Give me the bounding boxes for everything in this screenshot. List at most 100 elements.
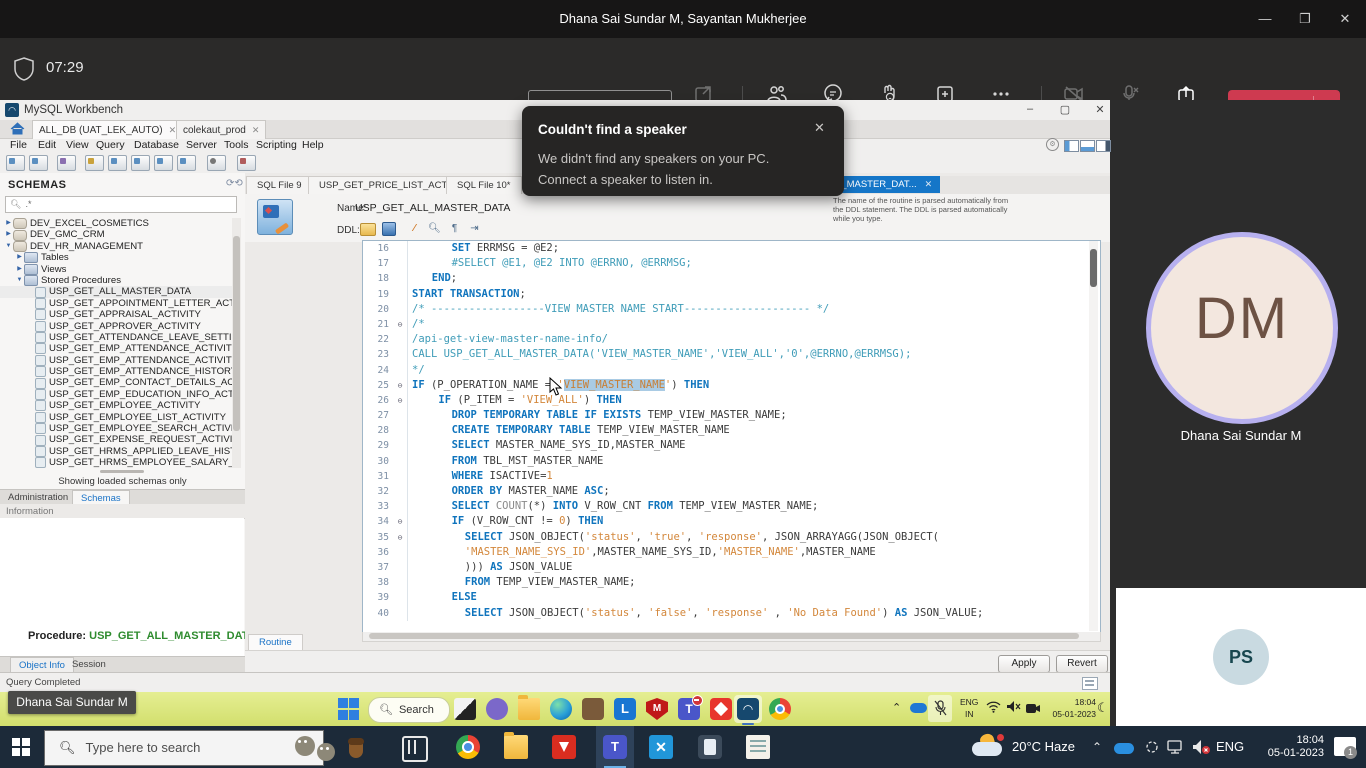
close-tab-icon[interactable]: ✕ — [252, 125, 260, 135]
minimize-icon[interactable]: — — [1256, 10, 1274, 28]
create-procedure-icon[interactable] — [154, 155, 173, 171]
menu-query[interactable]: Query — [96, 139, 125, 151]
night-light-icon[interactable]: ☾ — [1097, 700, 1109, 716]
tree-item[interactable]: USP_GET_APPROVER_ACTIVITY — [0, 321, 232, 332]
tray-chevron-icon[interactable]: ⌃ — [1092, 740, 1102, 754]
menu-help[interactable]: Help — [302, 139, 324, 151]
editor-hscrollbar-thumb[interactable] — [369, 633, 1079, 639]
tree-item[interactable]: USP_GET_APPRAISAL_ACTIVITY — [0, 309, 232, 320]
grid-view-icon[interactable] — [1082, 677, 1098, 690]
teams-taskbar-icon[interactable]: T — [603, 735, 627, 759]
connection-tab[interactable]: colekaut_prod✕ — [176, 120, 266, 139]
tray-chevron-icon[interactable]: ⌃ — [892, 701, 901, 714]
close-tab-icon[interactable]: ✕ — [169, 125, 177, 135]
tree-scrollbar-thumb[interactable] — [233, 236, 240, 431]
tree-item[interactable]: ▶DEV_EXCEL_COSMETICS — [0, 218, 232, 229]
blue-x-app-icon[interactable]: ✕ — [649, 735, 673, 759]
tab-administration[interactable]: Administration — [8, 492, 68, 503]
create-function-icon[interactable] — [177, 155, 196, 171]
output-toggle-icon[interactable] — [1080, 140, 1095, 152]
mic-muted-icon[interactable] — [934, 700, 947, 722]
create-schema-icon[interactable] — [85, 155, 104, 171]
fold-marker-icon[interactable]: ⊖ — [393, 317, 408, 332]
language-indicator[interactable]: ENGIN — [960, 696, 978, 720]
tree-item[interactable]: USP_GET_HRMS_APPLIED_LEAVE_HISTORY_A — [0, 446, 232, 457]
volume-muted-icon[interactable] — [1192, 739, 1211, 760]
teams-app-icon[interactable]: T — [678, 698, 700, 720]
tree-item[interactable]: USP_GET_EMP_ATTENDANCE_HISTORY_ACTI — [0, 366, 232, 377]
chevron-right-icon[interactable]: ▶ — [4, 229, 13, 240]
weather-icon[interactable] — [972, 734, 1006, 760]
apply-button[interactable]: Apply — [998, 655, 1050, 673]
fold-marker-icon[interactable]: ⊖ — [393, 378, 408, 393]
close-tab-icon[interactable]: ✕ — [925, 179, 933, 189]
tree-item[interactable]: ▶DEV_GMC_CRM — [0, 229, 232, 240]
editor-vscrollbar-thumb[interactable] — [1090, 249, 1097, 287]
search-data-icon[interactable] — [207, 155, 226, 171]
notepad-app-icon[interactable] — [746, 735, 770, 759]
tree-item[interactable]: USP_GET_ATTENDANCE_LEAVE_SETTINGS_A — [0, 332, 232, 343]
open-script-icon[interactable] — [29, 155, 48, 171]
close-icon[interactable]: ✕ — [1336, 10, 1354, 28]
routine-tab[interactable]: Routine — [248, 634, 303, 650]
inspector-icon[interactable] — [57, 155, 76, 171]
connection-tab[interactable]: ALL_DB (UAT_LEK_AUTO)✕ — [32, 120, 183, 139]
tree-item[interactable]: USP_GET_EMPLOYEE_ACTIVITY — [0, 400, 232, 411]
editor-tab-active[interactable]: L_MASTER_DAT...✕ — [828, 176, 940, 193]
sidebar-toggle-icon[interactable] — [1064, 140, 1079, 152]
create-view-icon[interactable] — [131, 155, 150, 171]
tree-item[interactable]: USP_GET_APPOINTMENT_LETTER_ACTIVITY — [0, 298, 232, 309]
chat-app-icon[interactable] — [486, 698, 508, 720]
onedrive-icon[interactable] — [910, 703, 927, 713]
fold-marker-icon[interactable]: ⊖ — [393, 514, 408, 529]
snip-icon[interactable] — [1144, 739, 1160, 760]
panel-splitter[interactable] — [100, 470, 144, 473]
tree-item[interactable]: USP_GET_EMP_ATTENDANCE_ACTIVITY_APP — [0, 355, 232, 366]
revert-button[interactable]: Revert — [1056, 655, 1108, 673]
tree-item[interactable]: ▼DEV_HR_MANAGEMENT — [0, 241, 232, 252]
host-clock[interactable]: 18:0405-01-2023 — [1250, 734, 1324, 760]
tree-scrollbar[interactable] — [232, 218, 241, 468]
camera-tray-icon[interactable] — [1026, 701, 1041, 719]
refresh-schemas-icon[interactable]: ⟳⟲ — [226, 178, 243, 189]
task-view-icon[interactable] — [402, 736, 428, 762]
wb-close-icon[interactable]: ✕ — [1092, 103, 1108, 116]
routine-name-field[interactable]: USP_GET_ALL_MASTER_DATA — [355, 202, 825, 214]
network-icon[interactable] — [1166, 739, 1184, 760]
settings-icon[interactable]: ⚙ — [1046, 138, 1059, 151]
wrap-lines-icon[interactable]: ⇥ — [466, 221, 483, 237]
file-explorer-icon[interactable] — [504, 735, 528, 759]
task-view-icon[interactable] — [454, 698, 476, 720]
notification-close-icon[interactable]: ✕ — [814, 120, 825, 136]
chevron-right-icon[interactable]: ▶ — [15, 252, 24, 263]
new-query-icon[interactable] — [6, 155, 25, 171]
restore-icon[interactable]: ❐ — [1296, 10, 1314, 28]
briefcase-app-icon[interactable] — [582, 698, 604, 720]
reconnect-icon[interactable] — [237, 155, 256, 171]
menu-server[interactable]: Server — [186, 139, 217, 151]
start-button-icon[interactable] — [12, 738, 30, 756]
tree-item[interactable]: USP_GET_EMP_ATTENDANCE_ACTIVITY — [0, 343, 232, 354]
chevron-right-icon[interactable]: ▶ — [15, 264, 24, 275]
find-icon[interactable]: 🔍︎ — [426, 221, 443, 237]
create-table-icon[interactable] — [108, 155, 127, 171]
calculator-icon[interactable] — [698, 735, 722, 759]
menu-file[interactable]: File — [10, 139, 27, 151]
chrome-icon[interactable] — [769, 698, 791, 720]
save-icon[interactable] — [382, 222, 396, 236]
tree-item[interactable]: ▼Stored Procedures — [0, 275, 232, 286]
edge-icon[interactable] — [550, 698, 572, 720]
editor-hscrollbar[interactable] — [362, 632, 1101, 642]
adobe-app-icon[interactable] — [552, 735, 576, 759]
beautify-icon[interactable]: ⁄ — [406, 221, 423, 237]
taskbar-search-input[interactable]: 🔍︎Type here to search — [44, 730, 324, 766]
tree-item[interactable]: USP_GET_EMPLOYEE_SEARCH_ACTIVITY — [0, 423, 232, 434]
home-icon[interactable] — [10, 122, 26, 136]
schema-filter-input[interactable]: 🔍︎.* — [5, 196, 237, 213]
taskbar-search[interactable]: 🔍︎Search — [368, 697, 450, 723]
secondary-sidebar-toggle-icon[interactable] — [1096, 140, 1111, 152]
wb-minimize-icon[interactable]: – — [1022, 103, 1038, 115]
wb-maximize-icon[interactable]: ▢ — [1057, 103, 1073, 116]
chevron-down-icon[interactable]: ▼ — [4, 241, 13, 252]
language-indicator[interactable]: ENG — [1216, 739, 1244, 754]
